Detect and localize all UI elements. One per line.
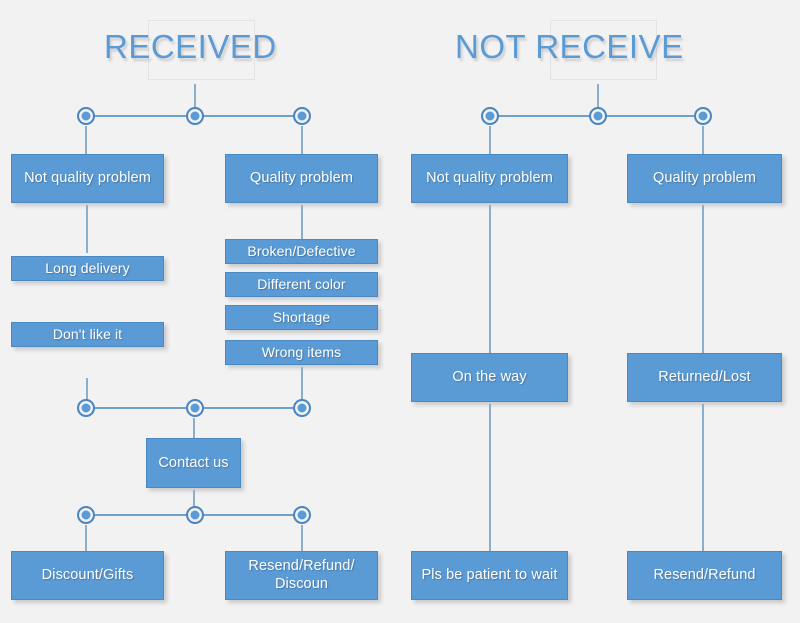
node-left-row3-b [293, 506, 311, 524]
node-left-row1-center [186, 107, 204, 125]
connector-right-reasons-to-row2 [301, 367, 303, 400]
connector-row2-to-contact-us [193, 418, 195, 439]
box-resend-refund-discount-line2: Discoun [274, 575, 329, 592]
received-title: RECEIVED [104, 28, 277, 65]
node-right-row1-a [481, 107, 499, 125]
connector-right-optionB-drop [702, 126, 704, 155]
box-received-not-quality-problem[interactable]: Not quality problem [11, 154, 164, 203]
connector-not-quality-to-reasons [86, 205, 88, 253]
box-not-received-quality-problem[interactable]: Quality problem [627, 154, 782, 203]
connector-row1-left-horizontal [86, 115, 196, 117]
connector-title-left-stem [194, 84, 196, 108]
node-left-row3-a [77, 506, 95, 524]
flowchart-canvas: RECEIVED Not quality problem Quality pro… [0, 0, 800, 623]
connector-left-optionB-drop [301, 126, 303, 155]
connector-left-optionA-drop [85, 126, 87, 155]
box-on-the-way[interactable]: On the way [411, 353, 568, 402]
bar-long-delivery[interactable]: Long delivery [11, 256, 164, 281]
connector-right-row1-right-horizontal [606, 115, 703, 117]
box-contact-us[interactable]: Contact us [146, 438, 241, 488]
node-left-row1-b [293, 107, 311, 125]
connector-right-row1-left-horizontal [498, 115, 599, 117]
box-received-quality-problem[interactable]: Quality problem [225, 154, 378, 203]
connector-left-reasons-to-row2 [86, 378, 88, 400]
box-resend-refund-discount[interactable]: Resend/Refund/ Discoun [225, 551, 378, 600]
connector-title-right-stem [597, 84, 599, 108]
connector-row3-to-discount [85, 525, 87, 551]
bar-wrong-items[interactable]: Wrong items [225, 340, 378, 365]
box-discount-gifts[interactable]: Discount/Gifts [11, 551, 164, 600]
node-left-row2-a [77, 399, 95, 417]
node-right-row1-b [694, 107, 712, 125]
connector-right-optionB-to-status [702, 205, 704, 353]
connector-quality-to-reasons [301, 205, 303, 239]
connector-row3-left-horizontal [86, 514, 196, 516]
node-left-row2-center [186, 399, 204, 417]
node-right-row1-center [589, 107, 607, 125]
connector-row3-to-resend [301, 525, 303, 551]
connector-row2-right-horizontal [195, 407, 302, 409]
box-returned-lost[interactable]: Returned/Lost [627, 353, 782, 402]
node-left-row3-center [186, 506, 204, 524]
bar-dont-like-it[interactable]: Don't like it [11, 322, 164, 347]
connector-row1-right-horizontal [195, 115, 302, 117]
node-left-row2-b [293, 399, 311, 417]
bar-broken-defective[interactable]: Broken/Defective [225, 239, 378, 264]
connector-returned-lost-to-outcome [702, 404, 704, 551]
connector-row2-left-horizontal [86, 407, 196, 409]
connector-right-optionA-drop [489, 126, 491, 155]
box-not-received-not-quality-problem[interactable]: Not quality problem [411, 154, 568, 203]
box-resend-refund-discount-line1: Resend/Refund/ [248, 557, 355, 574]
not-receive-title: NOT RECEIVE [455, 28, 684, 65]
box-pls-be-patient-to-wait[interactable]: Pls be patient to wait [411, 551, 568, 600]
connector-on-the-way-to-outcome [489, 404, 491, 551]
box-resend-refund[interactable]: Resend/Refund [627, 551, 782, 600]
connector-row3-right-horizontal [195, 514, 302, 516]
bar-different-color[interactable]: Different color [225, 272, 378, 297]
bar-shortage[interactable]: Shortage [225, 305, 378, 330]
node-left-row1-a [77, 107, 95, 125]
connector-right-optionA-to-status [489, 205, 491, 353]
